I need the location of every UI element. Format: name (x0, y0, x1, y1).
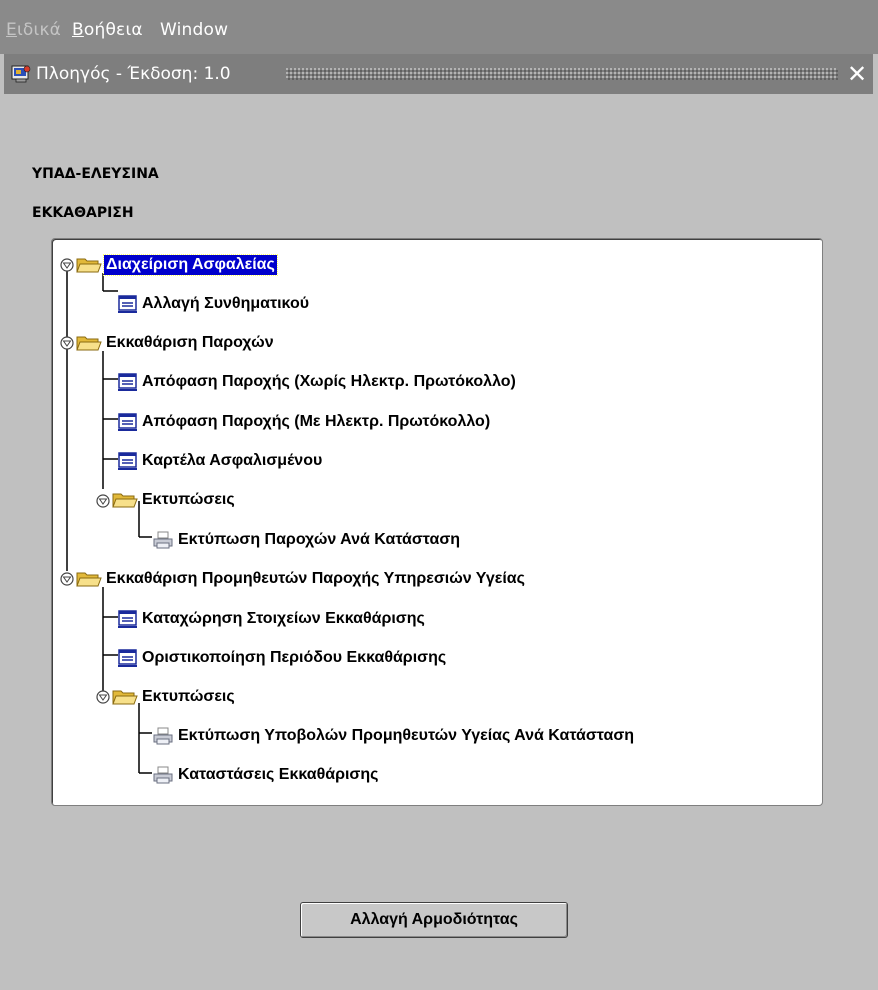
tree-node-clearance-data-entry[interactable]: Καταχώρηση Στοιχείων Εκκαθάρισης (118, 606, 427, 632)
menu-item-help[interactable]: Βοήθεια (72, 20, 143, 40)
tree-node-decision-no-protocol[interactable]: Απόφαση Παροχής (Χωρίς Ηλεκτρ. Πρωτόκολλ… (118, 369, 518, 395)
tree-node-label: Εκτύπωση Παροχών Ανά Κατάσταση (178, 531, 461, 548)
menu-mnemonic: Β (72, 20, 84, 40)
titlebar-grip (286, 68, 838, 80)
tree-node-prints-providers[interactable]: Εκτυπώσεις (112, 684, 237, 710)
folder-open-icon (76, 258, 102, 273)
tree-node-label: Αλλαγή Συνθηματικού (142, 295, 310, 312)
tree-node-label: Εκτυπώσεις (142, 491, 235, 508)
tree-node-label: Οριστικοποίηση Περιόδου Εκκαθάρισης (142, 649, 447, 666)
navigator-window: Πλοηγός - Έκδοση: 1.0 ✕ ΥΠΑΔ-ΕΛΕΥΣΙΝΑ ΕΚ… (4, 54, 873, 990)
tree-node-label: Εκκαθάριση Προμηθευτών Παροχής Υπηρεσιών… (106, 570, 525, 587)
tree-node-label: Απόφαση Παροχής (Χωρίς Ηλεκτρ. Πρωτόκολλ… (142, 373, 516, 390)
menu-mnemonic: Ε (6, 20, 17, 40)
printer-icon (153, 766, 173, 784)
menu-item-special[interactable]: Ειδικά (6, 20, 61, 40)
role-label: ΕΚΚΑΘΑΡΙΣΗ (32, 205, 134, 221)
tree-node-print-provider-submissions[interactable]: Εκτύπωση Υποβολών Προμηθευτών Υγείας Ανά… (152, 723, 636, 749)
collapse-arrow-icon[interactable] (60, 336, 74, 350)
window-titlebar[interactable]: Πλοηγός - Έκδοση: 1.0 ✕ (4, 54, 873, 94)
form-window-icon (118, 610, 137, 628)
collapse-arrow-icon[interactable] (60, 572, 74, 586)
close-icon[interactable]: ✕ (844, 59, 870, 89)
menu-item-label: οήθεια (83, 20, 143, 40)
form-window-icon (118, 413, 137, 431)
menu-bar: Ειδικά Βοήθεια Window (0, 0, 878, 54)
form-window-icon (118, 295, 137, 313)
tree-node-prints-benefits[interactable]: Εκτυπώσεις (112, 487, 237, 513)
change-role-button[interactable]: Αλλαγή Αρμοδιότητας (300, 902, 568, 938)
tree-node-print-benefits-by-status[interactable]: Εκτύπωση Παροχών Ανά Κατάσταση (152, 527, 462, 553)
app-icon (11, 65, 31, 83)
menu-item-label: ιδικά (16, 20, 62, 40)
tree-node-security-admin[interactable]: Διαχείριση Ασφαλείας (76, 252, 278, 278)
printer-icon (153, 531, 173, 549)
tree-node-clearance-statements[interactable]: Καταστάσεις Εκκαθάρισης (152, 762, 380, 788)
tree-node-label: Καταχώρηση Στοιχείων Εκκαθάρισης (142, 610, 425, 627)
tree-node-label: Διαχείριση Ασφαλείας (103, 254, 278, 276)
tree-node-label: Εκκαθάριση Παροχών (106, 334, 274, 351)
navigator-tree[interactable]: Διαχείριση Ασφαλείας Αλλαγή Συνθηματικού… (51, 238, 823, 806)
collapse-arrow-icon[interactable] (96, 690, 110, 704)
form-window-icon (118, 373, 137, 391)
tree-node-insured-card[interactable]: Καρτέλα Ασφαλισμένου (118, 448, 324, 474)
menu-item-window[interactable]: Window (160, 20, 228, 40)
tree-connector-lines (66, 265, 152, 774)
collapse-arrow-icon[interactable] (96, 494, 110, 508)
tree-node-benefits-clearance[interactable]: Εκκαθάριση Παροχών (76, 330, 276, 356)
menu-item-label: Window (160, 20, 229, 40)
folder-open-icon (112, 690, 138, 705)
tree-node-label: Εκτύπωση Υποβολών Προμηθευτών Υγείας Ανά… (178, 727, 635, 744)
printer-icon (153, 727, 173, 745)
form-window-icon (118, 452, 137, 470)
tree-node-label: Απόφαση Παροχής (Με Ηλεκτρ. Πρωτόκολλο) (142, 413, 491, 430)
folder-open-icon (76, 336, 102, 351)
window-title: Πλοηγός - Έκδοση: 1.0 (36, 64, 231, 84)
tree-node-label: Καταστάσεις Εκκαθάρισης (178, 766, 379, 783)
tree-node-label: Καρτέλα Ασφαλισμένου (142, 452, 323, 469)
tree-node-change-password[interactable]: Αλλαγή Συνθηματικού (118, 291, 311, 317)
folder-open-icon (112, 493, 138, 508)
organization-label: ΥΠΑΔ-ΕΛΕΥΣΙΝΑ (32, 166, 159, 182)
collapse-arrow-icon[interactable] (60, 258, 74, 272)
form-window-icon (118, 649, 137, 667)
tree-node-label: Εκτυπώσεις (142, 688, 235, 705)
tree-node-provider-clearance[interactable]: Εκκαθάριση Προμηθευτών Παροχής Υπηρεσιών… (76, 566, 527, 592)
tree-node-finalize-period[interactable]: Οριστικοποίηση Περιόδου Εκκαθάρισης (118, 645, 448, 671)
folder-open-icon (76, 572, 102, 587)
tree-node-decision-with-protocol[interactable]: Απόφαση Παροχής (Με Ηλεκτρ. Πρωτόκολλο) (118, 409, 492, 435)
